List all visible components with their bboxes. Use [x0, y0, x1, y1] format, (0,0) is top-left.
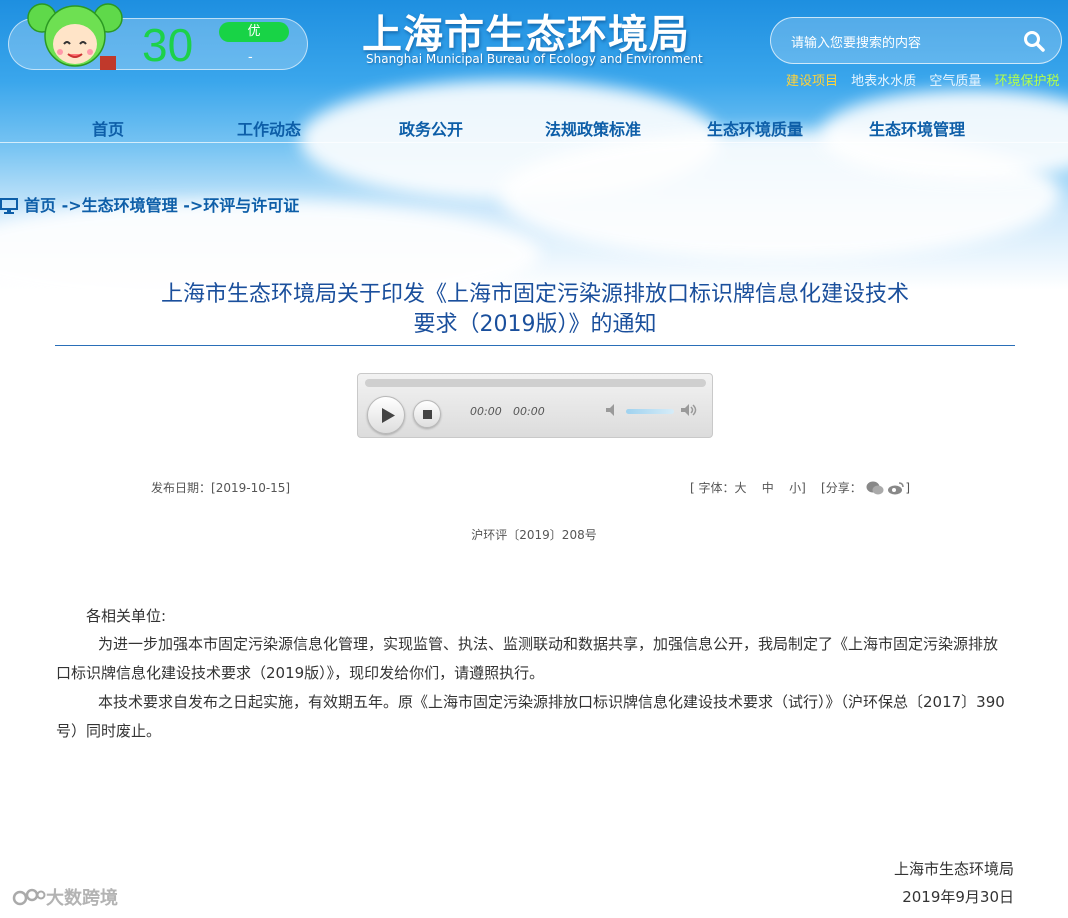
stop-icon	[423, 410, 432, 419]
font-size-label: [ 字体：	[690, 481, 735, 495]
mascot-icon	[27, 3, 123, 70]
audio-progress-bar[interactable]	[365, 379, 706, 387]
article-paragraph-2: 本技术要求自发布之日起实施，有效期五年。原《上海市固定污染源排放口标识牌信息化建…	[56, 693, 1005, 740]
quick-link-air-quality[interactable]: 空气质量	[929, 74, 981, 89]
nav-item-gov-affairs[interactable]: 政务公开	[399, 116, 463, 140]
watermark-text: 大数跨境	[46, 888, 118, 909]
document-number: 沪环评〔2019〕208号	[471, 528, 597, 542]
nav-item-home[interactable]: 首页	[92, 116, 124, 140]
breadcrumb-eia-permit[interactable]: 环评与许可证	[203, 196, 299, 215]
article-title-line1: 上海市生态环境局关于印发《上海市固定污染源排放口标识牌信息化建设技术	[160, 282, 909, 307]
publish-date: 发布日期：[2019-10-15]	[151, 479, 290, 496]
share-close: ]	[905, 481, 911, 495]
nav-item-env-management[interactable]: 生态环境管理	[869, 116, 965, 140]
search-box	[770, 17, 1062, 64]
article-tools: [ 字体：大 中 小] [分享： ]	[690, 479, 910, 496]
nav-item-regulations[interactable]: 法规政策标准	[545, 116, 641, 140]
quick-link-construction[interactable]: 建设项目	[786, 74, 838, 89]
watermark-logo-icon	[12, 888, 46, 906]
search-input[interactable]	[791, 31, 1011, 53]
wechat-icon[interactable]	[866, 481, 884, 495]
breadcrumb-separator: ->	[56, 196, 82, 215]
monitor-icon	[0, 198, 18, 214]
font-size-close: ]	[801, 481, 806, 495]
breadcrumb: 首页 ->生态环境管理 ->环评与许可证	[0, 192, 299, 216]
breadcrumb-home[interactable]: 首页	[24, 196, 56, 215]
breadcrumb-env-management[interactable]: 生态环境管理	[82, 196, 178, 215]
signature: 上海市生态环境局	[893, 860, 1014, 878]
quick-links: 建设项目 地表水水质 空气质量 环境保护税	[786, 70, 1068, 89]
font-size-medium[interactable]: 中	[762, 481, 774, 495]
font-size-small[interactable]: 小	[789, 481, 801, 495]
article-title: 上海市生态环境局关于印发《上海市固定污染源排放口标识牌信息化建设技术 要求（20…	[60, 280, 1010, 340]
site-logo-subtitle: Shanghai Municipal Bureau of Ecology and…	[366, 52, 703, 66]
signature-date: 2019年9月30日	[902, 888, 1014, 906]
aqi-value: 30	[142, 19, 194, 71]
mute-icon[interactable]	[604, 402, 622, 418]
stop-button[interactable]	[413, 400, 441, 428]
audio-player: 00:00 00:00	[357, 373, 713, 438]
weibo-icon[interactable]	[887, 481, 905, 495]
main-nav: 首页 工作动态 政务公开 法规政策标准 生态环境质量 生态环境管理	[0, 112, 1068, 142]
play-icon	[382, 408, 395, 423]
font-size-large[interactable]: 大	[735, 481, 747, 495]
duration: 00:00	[513, 405, 545, 418]
article-paragraph-1: 为进一步加强本市固定污染源信息化管理，实现监管、执法、监测联动和数据共享，加强信…	[56, 635, 999, 682]
quick-link-water-quality[interactable]: 地表水水质	[851, 74, 916, 89]
search-icon[interactable]	[1023, 30, 1045, 52]
aqi-sub-value: -	[248, 50, 253, 65]
nav-item-env-quality[interactable]: 生态环境质量	[707, 116, 803, 140]
volume-slider[interactable]	[626, 409, 674, 414]
salutation: 各相关单位:	[86, 607, 167, 625]
nav-divider	[0, 142, 1068, 143]
quick-link-env-tax[interactable]: 环境保护税	[994, 74, 1059, 89]
play-button[interactable]	[367, 396, 405, 434]
publish-date-value: [2019-10-15]	[211, 481, 291, 495]
nav-item-work-news[interactable]: 工作动态	[237, 116, 301, 140]
breadcrumb-separator: ->	[177, 196, 204, 215]
publish-date-label: 发布日期：	[151, 481, 212, 495]
title-divider	[55, 345, 1015, 346]
article-title-line2: 要求（2019版）》的通知	[413, 312, 657, 337]
current-time: 00:00	[470, 405, 502, 418]
aqi-level-badge: 优	[219, 22, 289, 42]
watermark: 大数跨境	[12, 884, 118, 910]
share-label: [分享：	[821, 481, 862, 495]
volume-max-icon[interactable]	[680, 402, 698, 418]
